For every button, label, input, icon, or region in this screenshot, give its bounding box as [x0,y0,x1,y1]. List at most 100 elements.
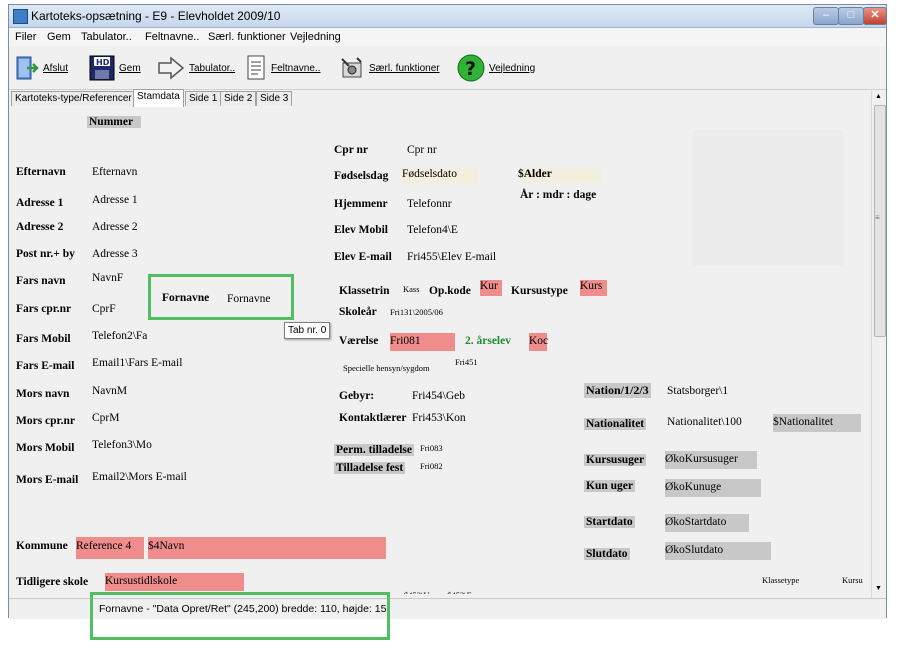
menu-filer[interactable]: Filer [15,31,36,43]
menu-bar: Filer Gem Tabulator.. Feltnavne.. Særl. … [9,28,886,46]
label-efternavn: Efternavn [16,166,66,178]
label-specielle-hensyn: Specielle hensyn/sygdom [343,363,430,373]
label-startdato: Startdato [584,516,635,528]
field-startdato[interactable]: ØkoStartdato [665,514,749,532]
floppy-disk-icon: HD [89,55,115,81]
tab-side-1[interactable]: Side 1 [185,91,222,106]
field-mors-cpr[interactable]: CprM [92,412,119,424]
afslut-button[interactable]: Afslut [15,51,68,85]
tab-kartoteks-type[interactable]: Kartoteks-type/Referencer [11,91,136,106]
vertical-scrollbar[interactable]: ▲ ≡ ▼ [871,91,886,599]
minimize-button[interactable]: – [813,7,839,25]
label-fodselsdag: Fødselsdag [334,170,389,182]
scroll-up-icon[interactable]: ▲ [875,93,882,100]
field-fars-navn[interactable]: NavnF [92,272,123,284]
field-nationalitet-navn[interactable]: $Nationalitet [773,414,861,432]
label-kursusuger: Kursusuger [584,454,647,466]
field-fodselsdag[interactable]: Fødselsdato [402,168,478,184]
field-cut-off[interactable]: $452\Vvnnr $452\Forname [404,590,497,594]
field-op-kode[interactable]: Kur [480,280,502,296]
field-kommune-reference[interactable]: Reference 4 [76,537,144,559]
field-gebyr[interactable]: Fri454\Geb [412,390,465,402]
label-elev-mobil: Elev Mobil [334,224,388,236]
menu-vejledning[interactable]: Vejledning [290,31,341,43]
field-nation[interactable]: Statsborger\1 [667,385,728,397]
grip-icon: ≡ [875,213,880,222]
field-mors-mobil[interactable]: Telefon3\Mo [92,439,152,451]
scroll-down-icon[interactable]: ▼ [875,585,882,592]
field-elev-email[interactable]: Fri455\Elev E-mail [407,251,496,263]
field-post-nr-by[interactable]: Adresse 3 [92,248,138,260]
field-kursusuger[interactable]: ØkoKursusuger [665,451,757,469]
tab-side-2[interactable]: Side 2 [220,91,257,106]
gem-label: Gem [119,62,141,74]
tabulator-button[interactable]: Tabulator.. [157,51,235,85]
field-kontaktlaerer[interactable]: Fri453\Kon [412,412,466,424]
label-vaerelse: Værelse [339,335,379,347]
field-mors-navn[interactable]: NavnM [92,385,127,397]
field-fars-mobil[interactable]: Telefon2\Fa [92,330,147,342]
photo-placeholder[interactable] [693,130,843,266]
menu-tabulator[interactable]: Tabulator.. [81,31,132,43]
label-nation: Nation/1/2/3 [584,383,651,398]
field-klassetrin[interactable]: Kass [403,284,420,294]
maximize-button[interactable]: □ [838,7,864,25]
field-fars-email[interactable]: Email1\Fars E-mail [92,357,182,369]
field-adresse-1[interactable]: Adresse 1 [92,194,138,206]
field-specielle-hensyn[interactable]: Fri451 [455,357,478,367]
label-tilladelse-fest: Tilladelse fest [334,462,406,474]
help-question-icon: ? [457,54,485,82]
field-kursustype[interactable]: Kurs [580,280,607,296]
field-tidligere-skole[interactable]: Kursustidlskole [105,573,244,591]
menu-gem[interactable]: Gem [47,31,71,43]
field-hjemmenr[interactable]: Telefonnr [407,198,452,210]
field-perm-tilladelse[interactable]: Fri083 [420,443,443,453]
label-kursustype: Kursustype [511,285,568,297]
field-kun-uger[interactable]: ØkoKunuge [665,479,761,497]
field-nationalitet[interactable]: Nationalitet\100 [667,416,742,428]
label-adresse-1: Adresse 1 [16,197,64,209]
menu-feltnavne[interactable]: Feltnavne.. [145,31,199,43]
field-fornavne[interactable]: Fornavne [227,293,270,305]
tools-icon [341,57,362,78]
field-skoleaar[interactable]: Fri131\2005/06 [390,307,443,317]
field-tilladelse-fest[interactable]: Fri082 [420,461,443,471]
label-kontaktlaerer: Kontaktlærer [339,412,407,424]
saerl-funktioner-label: Særl. funktioner [369,62,440,74]
label-kursu: Kursu [842,575,863,585]
field-cpr-nr[interactable]: Cpr nr [407,144,437,156]
field-adresse-2[interactable]: Adresse 2 [92,221,138,233]
vejledning-button[interactable]: ? Vejledning [457,51,535,85]
field-slutdato[interactable]: ØkoSlutdato [665,542,771,560]
saerl-funktioner-button[interactable]: Særl. funktioner [339,51,440,85]
field-kommune-navn[interactable]: $4Navn [148,537,386,559]
label-kun-uger: Kun uger [584,480,635,492]
label-hjemmenr: Hjemmenr [334,198,388,210]
feltnavne-button[interactable]: Feltnavne.. [245,51,320,85]
svg-text:HD: HD [96,58,110,67]
field-nummer[interactable]: Nummer [87,116,142,128]
label-fornavne: Fornavne [162,292,210,304]
field-mors-email[interactable]: Email2\Mors E-mail [92,471,187,483]
tab-stamdata[interactable]: Stamdata [133,89,184,107]
label-klassetype: Klassetype [762,575,800,585]
label-post-nr-by: Post nr.+ by [16,248,75,260]
app-icon [13,9,28,24]
label-kommune: Kommune [16,540,68,552]
menu-saerl-funktioner[interactable]: Særl. funktioner [208,31,286,43]
field-efternavn[interactable]: Efternavn [92,166,137,178]
close-button[interactable]: ✕ [863,7,887,25]
field-elev-mobil[interactable]: Telefon4\E [407,224,458,236]
label-2-aarselev: 2. årselev [465,335,511,347]
label-gebyr: Gebyr: [339,390,375,402]
label-nationalitet: Nationalitet [584,418,647,430]
field-alder[interactable]: $Alder [518,168,602,183]
field-2-aarselev[interactable]: Koc [529,333,548,351]
title-bar: Kartoteks-opsætning - E9 - Elevholdet 20… [9,5,887,28]
gem-button[interactable]: HD Gem [89,51,141,85]
window-title: Kartoteks-opsætning - E9 - Elevholdet 20… [31,9,281,23]
field-fars-cpr[interactable]: CprF [92,303,116,315]
svg-text:?: ? [465,58,476,80]
tab-side-3[interactable]: Side 3 [256,91,293,106]
field-vaerelse[interactable]: Fri081 [390,333,455,351]
